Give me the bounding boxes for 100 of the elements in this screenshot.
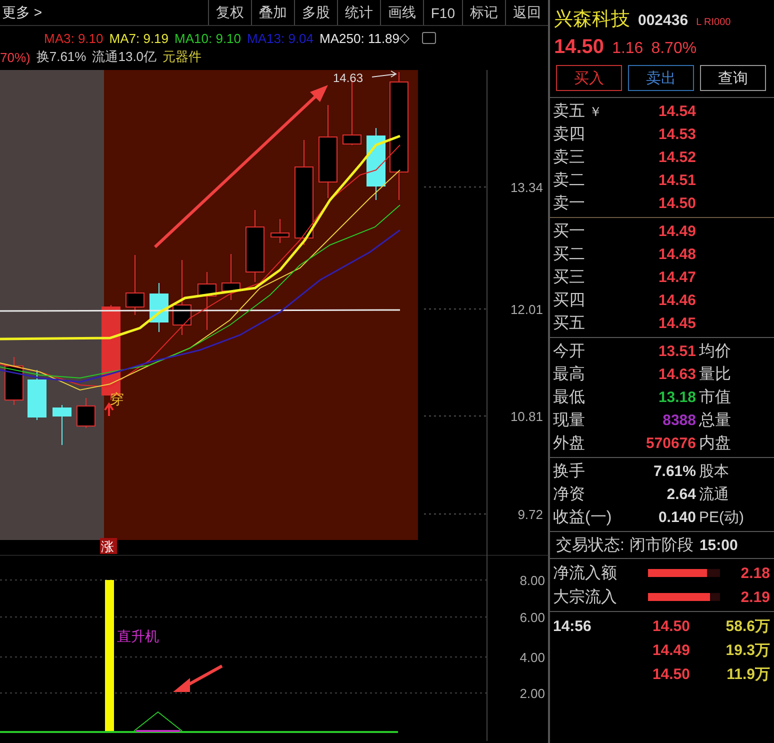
bid-level-label: 买三 — [552, 268, 586, 288]
stat-label: 流通 — [698, 485, 730, 504]
tick-price: 14.49 — [651, 642, 690, 658]
bid-level-label: 买二 — [552, 245, 586, 265]
stat-label: 换手 — [552, 462, 586, 482]
bid-price: 14.48 — [657, 246, 696, 263]
stat-value: 13.18 — [657, 389, 696, 406]
candlestick — [76, 398, 96, 428]
ma-legend-label: MA10: 9.10 — [174, 30, 242, 46]
trade-button[interactable]: 卖出 — [628, 65, 694, 91]
candlestick — [52, 404, 72, 446]
axis-label: 8.00 — [520, 573, 545, 588]
bid-price: 14.47 — [657, 269, 696, 286]
more-menu[interactable]: 更多 > — [0, 0, 208, 25]
candlestick — [198, 272, 216, 330]
flow-label: 大宗流入 — [552, 588, 618, 608]
ma-legend-label: MA250: 11.89 — [320, 30, 400, 46]
quote-info-text: 换7.61% — [36, 48, 86, 66]
candlestick — [28, 370, 46, 420]
stat-label: PE(动) — [698, 508, 745, 527]
quote-info-text: 元器件 — [162, 48, 202, 66]
ask-level-label: 卖四 — [552, 124, 586, 145]
ask-level-label: 卖二 — [552, 170, 586, 191]
stat-value: 570676 — [644, 435, 696, 452]
price-change: 1.16 — [612, 40, 644, 58]
stat-label: 总量 — [698, 411, 732, 431]
panel-toggle-icon[interactable] — [422, 32, 436, 44]
tick-volume: 58.6万 — [724, 616, 770, 636]
signal-label: 穿 — [110, 391, 124, 407]
stock-name: 兴森科技 — [554, 8, 630, 32]
diamond-symbol: ◇ — [400, 30, 410, 46]
candlestick — [126, 254, 144, 316]
stock-tag: L RI000 — [696, 17, 731, 28]
ask-level-label: 卖五 ￥ — [552, 102, 603, 122]
stat-label: 市值 — [698, 388, 732, 408]
ma-legend-label: MA13: 9.04 — [247, 30, 314, 46]
trade-button[interactable]: 买入 — [556, 65, 622, 91]
stat-label: 量比 — [698, 364, 732, 385]
flow-value: 2.19 — [740, 588, 770, 606]
stat-label: 今开 — [552, 342, 586, 362]
stat-label: 净资 — [552, 485, 586, 505]
ask-price: 14.51 — [657, 172, 696, 189]
ask-price: 14.50 — [657, 195, 696, 212]
tick-volume: 11.9万 — [726, 664, 770, 684]
quote-info-text: 流通13.0亿 — [92, 48, 157, 66]
axis-label: 6.00 — [520, 610, 545, 625]
candlestick — [222, 254, 240, 300]
bid-level-label: 买四 — [552, 291, 586, 311]
status-time: 15:00 — [699, 536, 738, 554]
axis-label: 4.00 — [520, 650, 545, 665]
ma-legend-label: MA3: 9.10 — [44, 30, 104, 46]
flow-value: 2.18 — [740, 564, 770, 582]
axis-label: 12.01 — [510, 302, 543, 317]
stat-value: 13.51 — [657, 343, 696, 360]
stat-value: 2.64 — [666, 486, 696, 503]
ask-price: 14.54 — [657, 103, 696, 120]
tick-price: 14.50 — [651, 666, 690, 682]
flow-label: 净流入额 — [552, 564, 618, 584]
indicator-label: 直升机 — [117, 628, 159, 644]
bid-price: 14.45 — [657, 315, 696, 332]
tick-price: 14.50 — [651, 618, 690, 634]
stat-value: 14.63 — [657, 366, 696, 383]
tick-volume: 19.3万 — [724, 640, 770, 660]
stat-value: 7.61% — [652, 463, 696, 480]
stat-label: 外盘 — [552, 434, 586, 454]
stat-label: 最高 — [552, 364, 586, 385]
axis-label: 10.81 — [510, 409, 543, 424]
stat-label: 现量 — [552, 411, 586, 431]
bid-level-label: 买五 — [552, 314, 586, 334]
bid-price: 14.46 — [657, 292, 696, 309]
axis-label: 9.72 — [518, 507, 543, 522]
axis-label: 2.00 — [520, 686, 545, 701]
stat-label: 内盘 — [698, 434, 732, 454]
candlestick — [150, 282, 168, 332]
axis-label: 13.34 — [510, 180, 543, 195]
change-percent: 8.70% — [651, 40, 697, 58]
ask-price: 14.52 — [657, 149, 696, 166]
candlestick — [270, 218, 290, 244]
status-value: 闭市阶段 — [628, 536, 694, 556]
stat-value: 0.140 — [657, 509, 696, 526]
stat-value: 8388 — [662, 412, 696, 429]
ask-level-label: 卖一 — [552, 194, 586, 214]
rise-marker: 涨 — [100, 538, 117, 554]
stat-label: 均价 — [698, 342, 732, 362]
bid-price: 14.49 — [657, 223, 696, 240]
stat-label: 股本 — [698, 462, 730, 481]
candlestick — [4, 356, 24, 406]
stat-label: 收益(一) — [552, 508, 613, 528]
ask-level-label: 卖三 — [552, 148, 586, 168]
trade-button[interactable]: 查询 — [700, 65, 766, 91]
pointer-arrow — [173, 664, 223, 692]
pointer-arrow — [372, 70, 397, 78]
peak-price-label: 14.63 — [333, 71, 364, 85]
last-price: 14.50 — [554, 36, 604, 59]
stat-label: 最低 — [552, 388, 586, 408]
stock-code: 002436 — [638, 12, 688, 29]
quote-info-text: 70%) — [0, 50, 30, 64]
tick-time: 14:56 — [552, 618, 592, 634]
status-label: 交易状态: — [555, 536, 624, 556]
ma-legend-label: MA7: 9.19 — [109, 30, 169, 46]
